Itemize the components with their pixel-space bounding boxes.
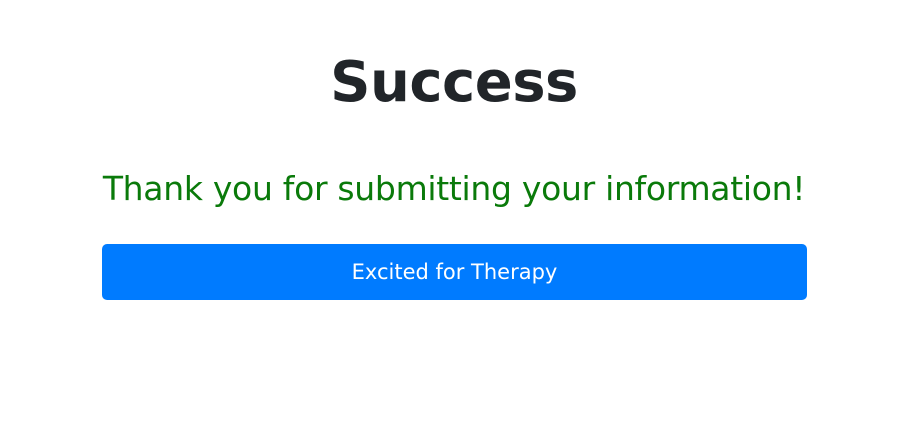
success-page: Success Thank you for submitting your in… <box>0 0 915 441</box>
success-message: Thank you for submitting your informatio… <box>102 169 806 208</box>
excited-for-therapy-button[interactable]: Excited for Therapy <box>102 244 807 300</box>
page-title: Success <box>330 50 578 115</box>
